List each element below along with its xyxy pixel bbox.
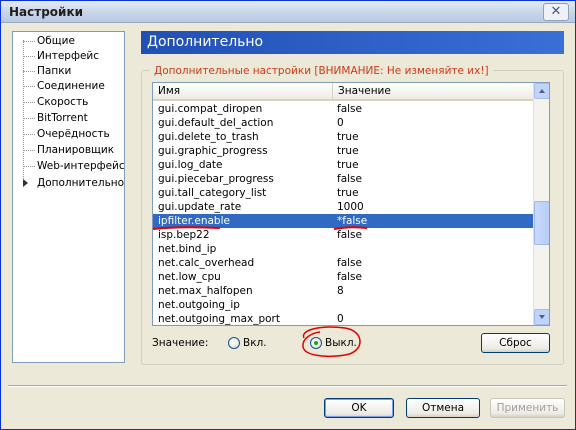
setting-name: gui.update_rate	[158, 201, 242, 213]
expand-arrow-icon[interactable]	[23, 179, 28, 187]
nav-item-label: Очерёдность	[37, 128, 110, 140]
setting-name: net.calc_overhead	[158, 257, 255, 269]
title-bar[interactable]: Настройки ✕	[1, 1, 575, 23]
window-title: Настройки	[9, 5, 84, 19]
nav-item-label: Web-интерфейс	[37, 160, 125, 172]
scrollbar-thumb[interactable]	[534, 201, 549, 245]
nav-item-label: Соединение	[37, 80, 105, 92]
close-icon: ✕	[550, 4, 562, 19]
setting-value: true	[337, 187, 359, 199]
setting-value: 0	[337, 117, 344, 129]
setting-value: true	[337, 131, 359, 143]
table-row[interactable]: gui.compat_diropen false	[153, 102, 533, 116]
setting-value: *false	[337, 215, 368, 227]
table-row[interactable]: gui.log_date true	[153, 158, 533, 172]
group-title-warning: Дополнительные настройки [ВНИМАНИЕ: Не и…	[150, 64, 493, 78]
setting-name: isp.bep22	[158, 229, 210, 241]
table-row[interactable]: gui.graphic_progress true	[153, 144, 533, 158]
setting-value: 8	[337, 285, 344, 297]
table-row[interactable]: net.low_cpu false	[153, 270, 533, 284]
table-row[interactable]: net.max_halfopen 8	[153, 284, 533, 298]
close-button[interactable]: ✕	[543, 3, 569, 21]
radio-off[interactable]	[310, 337, 322, 349]
setting-value: 1000	[337, 201, 364, 213]
table-row[interactable]: gui.tall_category_list true	[153, 186, 533, 200]
setting-value: true	[337, 145, 359, 157]
radio-off-label[interactable]: Выкл.	[325, 337, 357, 349]
setting-name: gui.compat_diropen	[158, 103, 263, 115]
table-row[interactable]: gui.delete_to_trash true	[153, 130, 533, 144]
nav-item-label: Планировщик	[37, 144, 115, 156]
nav-item-label: Скорость	[37, 96, 89, 108]
nav-item-label: Дополнительно	[37, 177, 125, 189]
value-label: Значение:	[152, 337, 209, 349]
setting-name: gui.graphic_progress	[158, 145, 268, 157]
column-header-value[interactable]: Значение	[333, 83, 533, 99]
nav-item-label: Интерфейс	[37, 50, 99, 62]
setting-name: net.outgoing_max_port	[158, 313, 280, 325]
nav-item-queueing[interactable]: Очерёдность	[13, 127, 124, 142]
apply-button[interactable]: Применить	[490, 398, 565, 418]
setting-name: gui.default_del_action	[158, 117, 274, 129]
nav-item-label: Папки	[37, 65, 72, 77]
nav-item-folders[interactable]: Папки	[13, 64, 124, 79]
setting-value: false	[337, 257, 362, 269]
section-header: Дополнительно	[141, 31, 564, 54]
advanced-settings-list[interactable]: Имя Значение gui.compat_diropen false gu…	[152, 82, 550, 326]
nav-item-general[interactable]: Общие	[13, 34, 124, 49]
setting-name: ipfilter.enable	[158, 215, 230, 227]
table-row[interactable]: isp.bep22 false	[153, 228, 533, 242]
column-header-name[interactable]: Имя	[153, 83, 333, 99]
table-row-selected[interactable]: ipfilter.enable *false	[153, 214, 533, 228]
scroll-down-button[interactable]	[534, 309, 549, 325]
reset-button[interactable]: Сброс	[481, 333, 550, 353]
setting-name: net.low_cpu	[158, 271, 221, 283]
setting-name: net.bind_ip	[158, 243, 217, 255]
nav-item-speed[interactable]: Скорость	[13, 95, 124, 110]
setting-name: gui.log_date	[158, 159, 223, 171]
radio-on-label[interactable]: Вкл.	[243, 337, 267, 349]
arrow-down-icon	[539, 315, 545, 319]
setting-value: false	[337, 271, 362, 283]
nav-item-advanced[interactable]: Дополнительно	[13, 176, 124, 191]
setting-name: net.outgoing_ip	[158, 299, 240, 311]
nav-item-connection[interactable]: Соединение	[13, 79, 124, 94]
setting-name: gui.delete_to_trash	[158, 131, 259, 143]
radio-selected-dot	[314, 341, 318, 345]
scroll-up-button[interactable]	[534, 83, 549, 99]
nav-item-scheduler[interactable]: Планировщик	[13, 143, 124, 158]
table-row[interactable]: gui.default_del_action 0	[153, 116, 533, 130]
nav-item-label: Общие	[37, 35, 75, 47]
setting-name: net.max_halfopen	[158, 285, 253, 297]
arrow-up-icon	[539, 89, 545, 93]
setting-value: true	[337, 159, 359, 171]
cancel-button[interactable]: Отмена	[406, 398, 480, 418]
table-row[interactable]: gui.update_rate 1000	[153, 200, 533, 214]
table-row[interactable]: gui.piecebar_progress false	[153, 172, 533, 186]
nav-item-web-ui[interactable]: Web-интерфейс	[13, 159, 125, 174]
list-header: Имя Значение	[153, 83, 533, 101]
table-row[interactable]: net.outgoing_max_port 0	[153, 312, 533, 325]
table-row[interactable]: net.bind_ip	[153, 242, 533, 256]
nav-item-label: BitTorrent	[37, 112, 88, 124]
setting-name: gui.tall_category_list	[158, 187, 267, 199]
table-row[interactable]: net.calc_overhead false	[153, 256, 533, 270]
settings-nav-tree: Общие Интерфейс Папки Соединение Скорост…	[12, 31, 125, 363]
nav-item-bittorrent[interactable]: BitTorrent	[13, 111, 124, 126]
radio-on[interactable]	[228, 337, 240, 349]
setting-value: 0	[337, 313, 344, 325]
ok-button[interactable]: OK	[324, 398, 394, 418]
table-row[interactable]: net.outgoing_ip	[153, 298, 533, 312]
footer-separator	[8, 385, 567, 387]
vertical-scrollbar[interactable]	[533, 83, 549, 325]
nav-item-interface[interactable]: Интерфейс	[13, 49, 124, 64]
setting-value: false	[337, 173, 362, 185]
setting-name: gui.piecebar_progress	[158, 173, 274, 185]
setting-value: false	[337, 103, 362, 115]
setting-value: false	[337, 229, 362, 241]
